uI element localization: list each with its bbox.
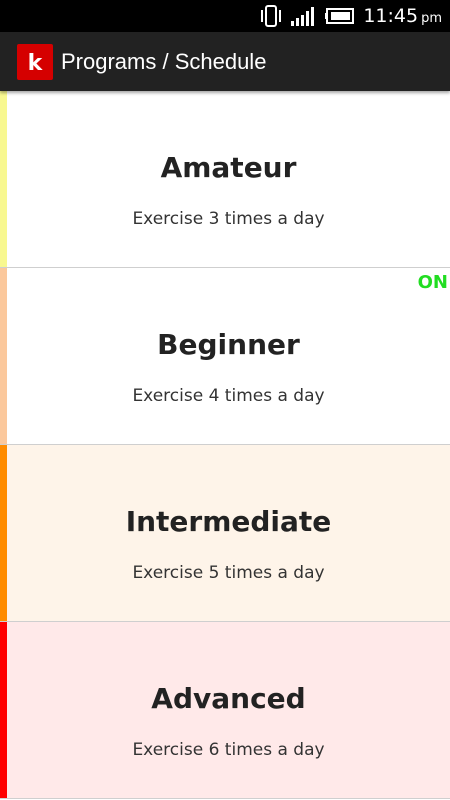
program-name: Advanced [151,682,306,715]
status-icons: 11:45 pm [259,0,442,32]
program-color-stripe [0,91,7,267]
program-name: Beginner [157,328,300,361]
program-list: Amateur Exercise 3 times a day Beginner … [0,91,450,800]
clock-ampm: pm [421,11,442,26]
program-color-stripe [0,445,7,621]
program-color-stripe [0,622,7,798]
program-card-beginner[interactable]: Beginner Exercise 4 times a day ON [0,268,450,445]
clock-time: 11:45 [363,5,419,27]
program-card-intermediate[interactable]: Intermediate Exercise 5 times a day [0,445,450,622]
app-logo-letter: k [27,50,43,76]
program-card-amateur[interactable]: Amateur Exercise 3 times a day [0,91,450,268]
vibrate-icon [259,5,283,27]
program-name: Amateur [160,151,297,184]
program-description: Exercise 3 times a day [132,209,325,229]
signal-icon [291,6,317,26]
program-description: Exercise 6 times a day [132,740,325,760]
program-color-stripe [0,268,7,444]
battery-icon [325,8,355,24]
program-card-advanced[interactable]: Advanced Exercise 6 times a day [0,622,450,799]
action-bar: k Programs / Schedule [0,32,450,91]
program-description: Exercise 4 times a day [132,386,325,406]
program-status-badge: ON [417,272,448,293]
clock: 11:45 pm [363,5,442,27]
app-logo-icon[interactable]: k [17,43,53,80]
status-bar: 11:45 pm [0,0,450,32]
page-title: Programs / Schedule [61,48,267,74]
program-name: Intermediate [125,505,332,538]
program-description: Exercise 5 times a day [132,563,325,583]
